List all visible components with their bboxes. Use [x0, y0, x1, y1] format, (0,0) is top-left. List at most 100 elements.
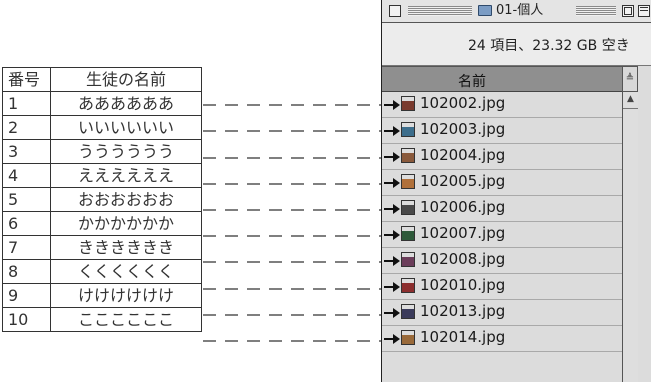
- row-student-name: おおおおおお: [50, 187, 202, 212]
- row-student-name: きききききき: [50, 235, 202, 260]
- right-arrow-icon: [384, 100, 400, 110]
- table-row: 8 くくくくくく: [2, 259, 202, 284]
- table-row: 7 きききききき: [2, 235, 202, 260]
- file-name: 102008.jpg: [420, 250, 506, 268]
- dashed-connector: [203, 209, 383, 211]
- dashed-connector: [203, 183, 383, 185]
- right-arrow-icon: [384, 152, 400, 162]
- file-name: 102006.jpg: [420, 198, 506, 216]
- header-number: 番号: [2, 67, 51, 92]
- dashed-connector: [203, 340, 383, 342]
- titlebar-stripes: [408, 6, 472, 16]
- jpeg-thumbnail-icon: [401, 330, 415, 345]
- row-student-name: けけけけけけ: [50, 283, 202, 308]
- table-row: 2 いいいいいい: [2, 115, 202, 140]
- collapse-box-icon[interactable]: [638, 5, 650, 17]
- window-title-text: 01-個人: [496, 3, 544, 18]
- dashed-connector: [203, 104, 383, 106]
- right-arrow-icon: [384, 308, 400, 318]
- right-arrow-icon: [384, 282, 400, 292]
- row-student-name: ここここここ: [50, 307, 202, 332]
- file-list-item[interactable]: 102004.jpg: [382, 144, 622, 170]
- scroll-up-arrow-icon[interactable]: ▲: [623, 92, 638, 109]
- jpeg-thumbnail-icon: [401, 252, 415, 267]
- file-list-item[interactable]: 102007.jpg: [382, 222, 622, 248]
- row-student-name: くくくくくく: [50, 259, 202, 284]
- jpeg-thumbnail-icon: [401, 226, 415, 241]
- name-column-header[interactable]: 名前: [382, 66, 622, 92]
- finder-window: 01-個人 24 項目、23.32 GB 空き 名前 ≜ 102002.jpg 1…: [381, 0, 651, 382]
- file-list-item[interactable]: 102002.jpg: [382, 92, 622, 118]
- item-count-free-space: 24 項目、23.32 GB 空き: [468, 38, 630, 54]
- close-box-icon[interactable]: [389, 5, 401, 17]
- file-list-item[interactable]: 102008.jpg: [382, 248, 622, 274]
- column-header-label: 名前: [458, 74, 486, 90]
- row-number: 7: [2, 235, 51, 260]
- right-arrow-icon: [384, 204, 400, 214]
- right-arrow-icon: [384, 256, 400, 266]
- right-arrow-icon: [384, 178, 400, 188]
- table-row: 3 うううううう: [2, 139, 202, 164]
- table-header-row: 番号 生徒の名前: [2, 67, 202, 92]
- jpeg-thumbnail-icon: [401, 200, 415, 215]
- row-number: 5: [2, 187, 51, 212]
- table-row: 1 ああああああ: [2, 91, 202, 116]
- dashed-connector: [203, 130, 383, 132]
- row-student-name: いいいいいい: [50, 115, 202, 140]
- vertical-scrollbar[interactable]: ▲: [622, 92, 638, 382]
- jpeg-thumbnail-icon: [401, 174, 415, 189]
- header-student-name: 生徒の名前: [50, 67, 202, 92]
- jpeg-thumbnail-icon: [401, 278, 415, 293]
- file-list-item[interactable]: 102013.jpg: [382, 300, 622, 326]
- right-arrow-icon: [384, 230, 400, 240]
- table-row: 9 けけけけけけ: [2, 283, 202, 308]
- table-row: 5 おおおおおお: [2, 187, 202, 212]
- file-list-item[interactable]: 102010.jpg: [382, 274, 622, 300]
- row-number: 2: [2, 115, 51, 140]
- row-student-name: かかかかかか: [50, 211, 202, 236]
- row-number: 4: [2, 163, 51, 188]
- row-student-name: うううううう: [50, 139, 202, 164]
- jpeg-thumbnail-icon: [401, 304, 415, 319]
- file-name: 102010.jpg: [420, 276, 506, 294]
- dashed-connector: [203, 314, 383, 316]
- file-name: 102013.jpg: [420, 302, 506, 320]
- file-name: 102004.jpg: [420, 146, 506, 164]
- file-list-item[interactable]: 102003.jpg: [382, 118, 622, 144]
- folder-icon: [478, 5, 492, 16]
- row-student-name: ああああああ: [50, 91, 202, 116]
- dashed-connector: [203, 235, 383, 237]
- file-list-item[interactable]: 102014.jpg: [382, 326, 622, 352]
- info-bar: 24 項目、23.32 GB 空き: [382, 23, 651, 66]
- jpeg-thumbnail-icon: [401, 96, 415, 111]
- file-list-item[interactable]: 102006.jpg: [382, 196, 622, 222]
- file-name: 102007.jpg: [420, 224, 506, 242]
- table-row: 6 かかかかかか: [2, 211, 202, 236]
- window-title: 01-個人: [474, 2, 548, 20]
- window-titlebar[interactable]: 01-個人: [382, 0, 651, 23]
- student-table: 番号 生徒の名前 1 ああああああ 2 いいいいいい 3 うううううう 4 ええええええ…: [2, 67, 202, 332]
- sort-direction-button[interactable]: ≜: [622, 66, 638, 92]
- right-arrow-icon: [384, 126, 400, 136]
- file-name: 102003.jpg: [420, 120, 506, 138]
- zoom-box-icon[interactable]: [622, 5, 634, 17]
- file-name: 102002.jpg: [420, 94, 506, 112]
- row-student-name: ええええええ: [50, 163, 202, 188]
- jpeg-thumbnail-icon: [401, 122, 415, 137]
- row-number: 1: [2, 91, 51, 116]
- jpeg-thumbnail-icon: [401, 148, 415, 163]
- file-list: 102002.jpg 102003.jpg 102004.jpg 102005.jpg…: [382, 92, 622, 382]
- table-row: 10 ここここここ: [2, 307, 202, 332]
- row-number: 6: [2, 211, 51, 236]
- row-number: 9: [2, 283, 51, 308]
- dashed-connector: [203, 288, 383, 290]
- file-list-item[interactable]: 102005.jpg: [382, 170, 622, 196]
- table-row: 4 ええええええ: [2, 163, 202, 188]
- row-number: 10: [2, 307, 51, 332]
- titlebar-stripes: [576, 6, 616, 16]
- dashed-connector: [203, 157, 383, 159]
- file-name: 102005.jpg: [420, 172, 506, 190]
- dashed-connector: [203, 261, 383, 263]
- row-number: 8: [2, 259, 51, 284]
- right-arrow-icon: [384, 334, 400, 344]
